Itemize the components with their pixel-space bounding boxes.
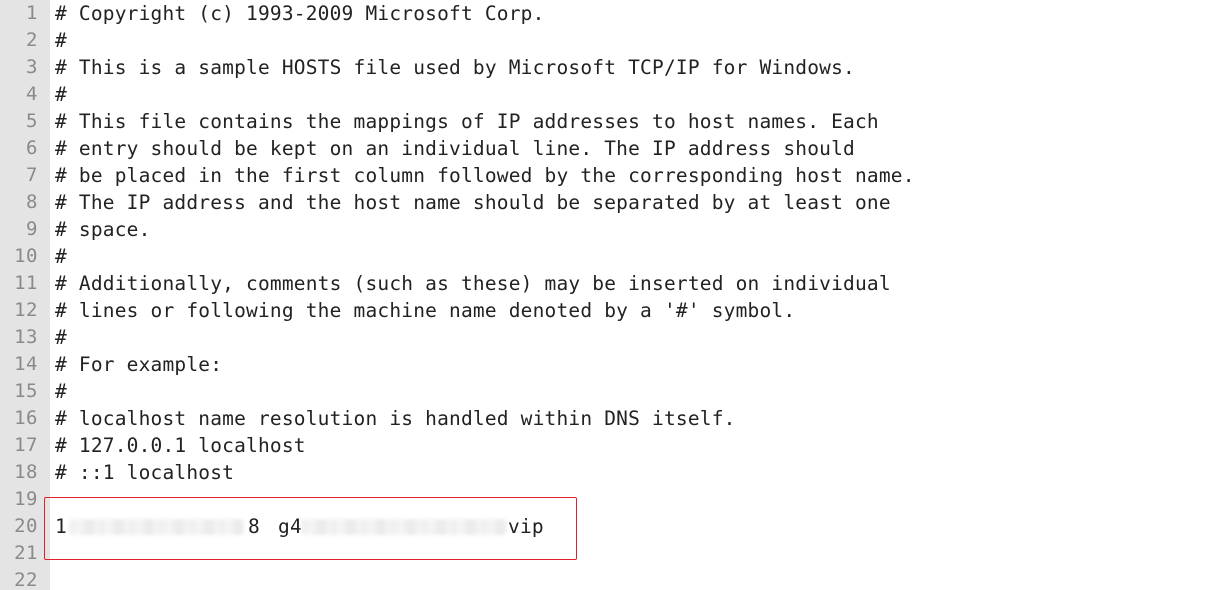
code-line[interactable]: # — [55, 324, 67, 351]
line-number: 20 — [14, 515, 38, 537]
line-number: 19 — [14, 488, 38, 510]
line-number: 17 — [14, 434, 38, 456]
highlight-box — [44, 497, 577, 560]
line-number: 5 — [26, 110, 38, 132]
line-number: 9 — [26, 218, 38, 240]
code-line[interactable]: # localhost name resolution is handled w… — [55, 405, 736, 432]
hosts-file-editor[interactable]: 1 2 3 4 5 6 7 8 9 10 11 12 13 14 15 16 1… — [0, 0, 1215, 590]
code-line[interactable]: # Copyright (c) 1993-2009 Microsoft Corp… — [55, 0, 545, 27]
code-line[interactable]: # This file contains the mappings of IP … — [55, 108, 879, 135]
line-number: 15 — [14, 380, 38, 402]
line-number: 10 — [14, 245, 38, 267]
code-line[interactable]: # — [55, 243, 67, 270]
line-number: 16 — [14, 407, 38, 429]
code-line[interactable]: # lines or following the machine name de… — [55, 297, 795, 324]
line-number: 13 — [14, 326, 38, 348]
code-line[interactable]: # 127.0.0.1 localhost — [55, 432, 306, 459]
line-number: 6 — [26, 137, 38, 159]
line-number: 2 — [26, 29, 38, 51]
line-number: 22 — [14, 569, 38, 590]
code-line[interactable]: # For example: — [55, 351, 222, 378]
line-number: 3 — [26, 56, 38, 78]
line-number: 8 — [26, 191, 38, 213]
code-line[interactable]: # The IP address and the host name shoul… — [55, 189, 891, 216]
code-line[interactable]: # — [55, 81, 67, 108]
line-number: 14 — [14, 353, 38, 375]
code-line[interactable]: # ::1 localhost — [55, 459, 234, 486]
line-number: 7 — [26, 164, 38, 186]
code-line[interactable]: # space. — [55, 216, 151, 243]
code-line[interactable]: # entry should be kept on an individual … — [55, 135, 855, 162]
line-number: 21 — [14, 542, 38, 564]
line-number: 18 — [14, 461, 38, 483]
code-line[interactable]: # — [55, 27, 67, 54]
line-number: 12 — [14, 299, 38, 321]
line-number: 11 — [14, 272, 38, 294]
code-line[interactable]: # be placed in the first column followed… — [55, 162, 915, 189]
code-line[interactable]: # This is a sample HOSTS file used by Mi… — [55, 54, 855, 81]
line-number: 1 — [26, 2, 38, 24]
code-line[interactable]: # Additionally, comments (such as these)… — [55, 270, 891, 297]
line-number-gutter: 1 2 3 4 5 6 7 8 9 10 11 12 13 14 15 16 1… — [0, 0, 50, 590]
line-number: 4 — [26, 83, 38, 105]
code-line[interactable]: # — [55, 378, 67, 405]
